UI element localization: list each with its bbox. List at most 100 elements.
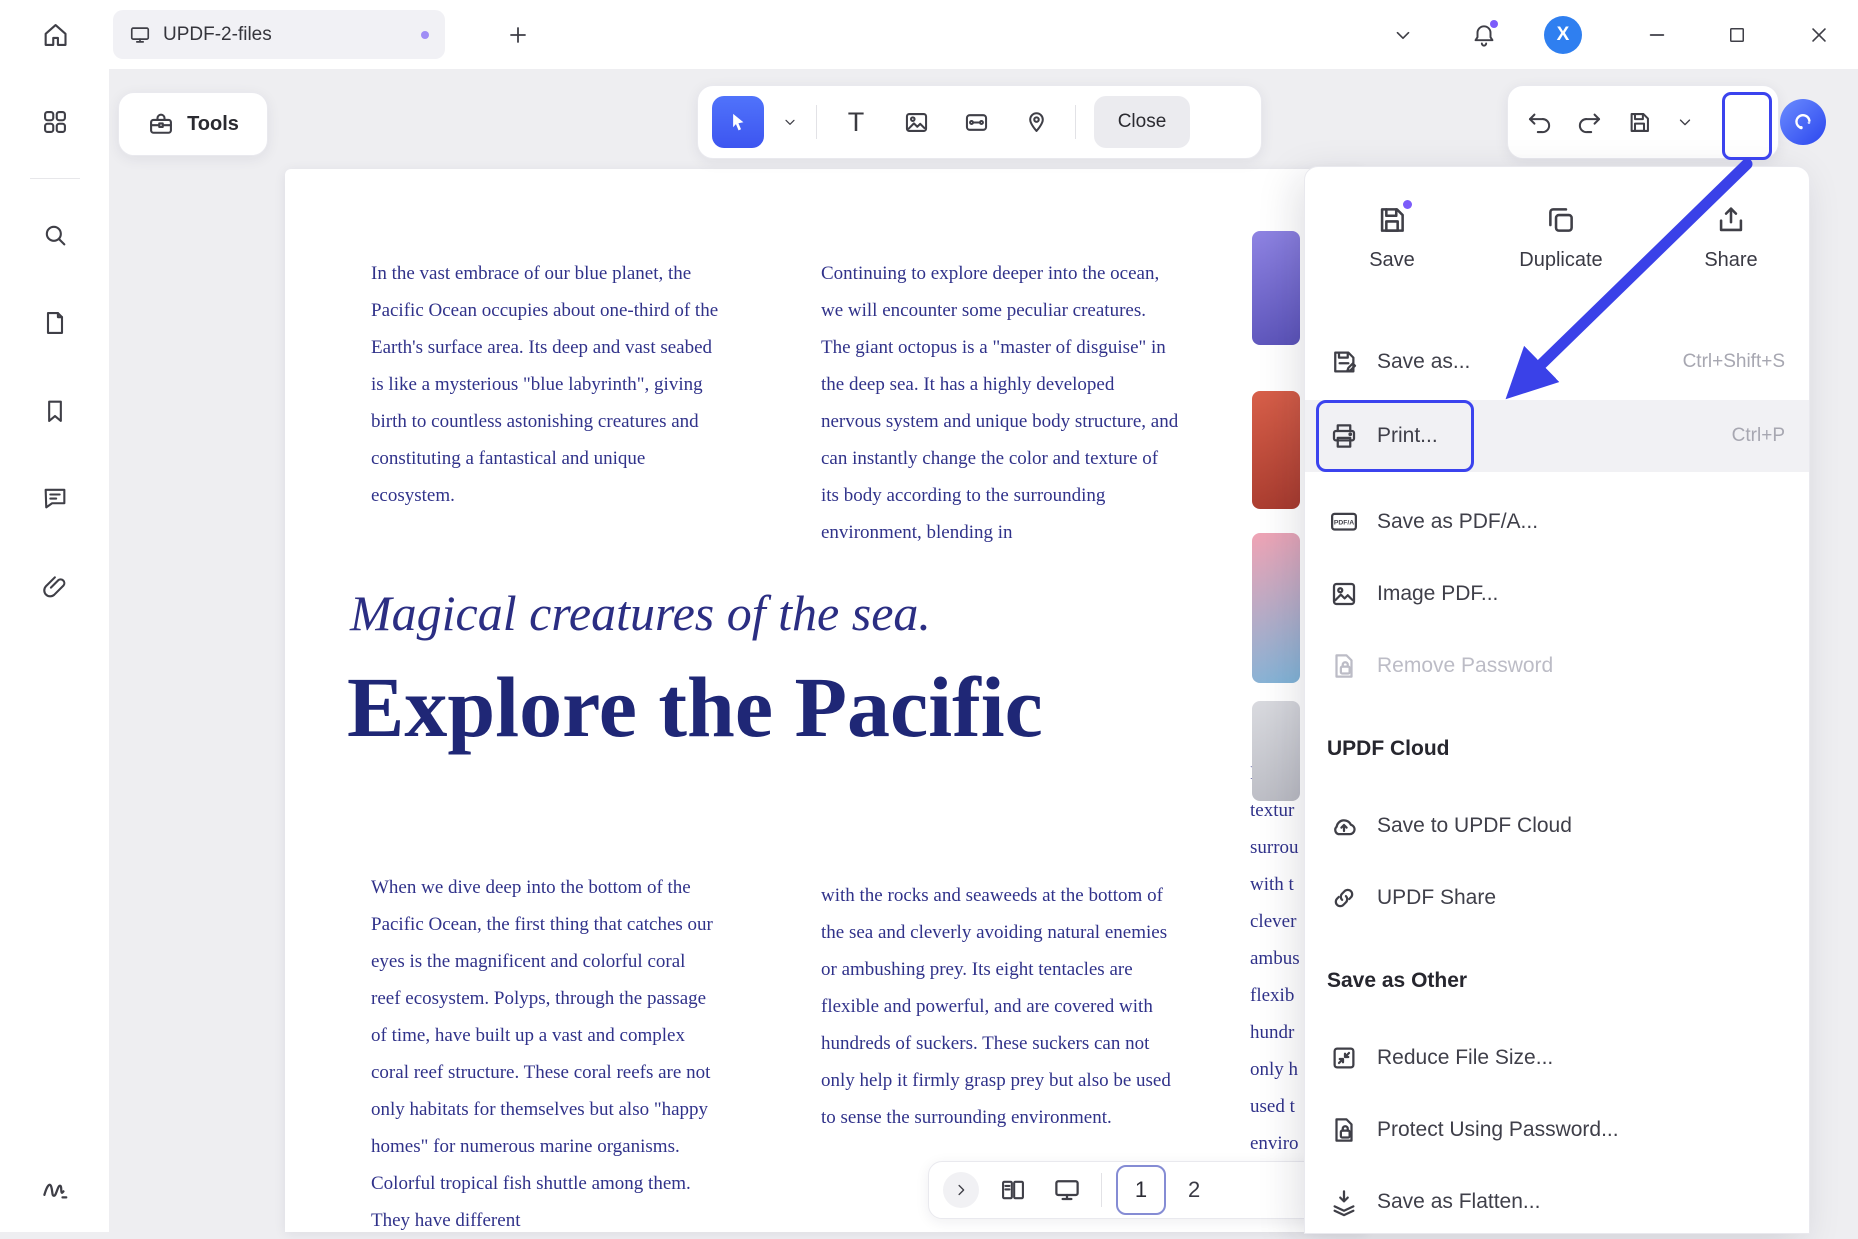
image-pdf-label: Image PDF...	[1377, 582, 1498, 606]
menu-item-save-as-pdfa[interactable]: PDF/A Save as PDF/A...	[1305, 486, 1809, 558]
notification-dot	[1490, 20, 1498, 28]
menu-share-action[interactable]: Share	[1676, 203, 1786, 272]
tab-unsaved-dot	[421, 31, 429, 39]
share-action-label: Share	[1704, 249, 1757, 272]
undo-button[interactable]	[1518, 101, 1560, 143]
signature-button[interactable]	[37, 1170, 73, 1206]
menu-duplicate-action[interactable]: Duplicate	[1506, 203, 1616, 272]
select-tool-chevron-icon[interactable]	[782, 114, 798, 130]
page-2-button[interactable]: 2	[1180, 1177, 1208, 1203]
svg-text:PDF/A: PDF/A	[1334, 519, 1354, 526]
redo-button[interactable]	[1568, 101, 1610, 143]
attachments-button[interactable]	[37, 569, 73, 605]
save-as-label: Save as...	[1377, 350, 1470, 374]
toolbar-divider	[816, 105, 817, 139]
link-card-tool-button[interactable]	[955, 101, 997, 143]
close-window-button[interactable]	[1801, 17, 1837, 53]
save-menu-chevron-button[interactable]	[1668, 101, 1702, 143]
minimize-button[interactable]	[1639, 17, 1675, 53]
cloud-upload-icon	[1329, 811, 1359, 841]
apps-grid-button[interactable]	[37, 104, 73, 140]
tab-label: UPDF-2-files	[163, 24, 272, 46]
comment-icon	[41, 484, 69, 512]
new-tab-button[interactable]	[500, 17, 536, 53]
file-toolbar	[1507, 85, 1779, 159]
chevron-down-icon	[1392, 24, 1414, 46]
book-open-icon	[999, 1176, 1027, 1204]
signature-icon	[40, 1173, 70, 1203]
print-label: Print...	[1377, 424, 1438, 448]
compress-icon	[1329, 1043, 1359, 1073]
protect-lock-icon	[1329, 1115, 1359, 1145]
monitor-icon	[129, 24, 151, 46]
undo-icon	[1526, 109, 1553, 136]
ai-assistant-button[interactable]	[1780, 99, 1826, 145]
protect-password-label: Protect Using Password...	[1377, 1118, 1619, 1142]
thumbnails-button[interactable]	[37, 305, 73, 341]
home-button[interactable]	[37, 17, 73, 53]
paragraph-1: In the vast embrace of our blue planet, …	[371, 255, 719, 514]
updf-share-label: UPDF Share	[1377, 886, 1496, 910]
avatar-initial: X	[1557, 24, 1570, 46]
anemone-image	[1252, 231, 1300, 345]
reduce-file-size-label: Reduce File Size...	[1377, 1046, 1553, 1070]
section-updf-cloud: UPDF Cloud	[1327, 737, 1449, 761]
menu-item-save-to-cloud[interactable]: Save to UPDF Cloud	[1305, 790, 1809, 862]
save-action-label: Save	[1369, 249, 1415, 272]
menu-item-print[interactable]: Print... Ctrl+P	[1305, 400, 1809, 472]
edit-toolbar: T Close	[697, 85, 1262, 159]
map-pin-icon	[1023, 109, 1050, 136]
menu-item-save-as-flatten[interactable]: Save as Flatten...	[1305, 1166, 1809, 1238]
save-to-cloud-label: Save to UPDF Cloud	[1377, 814, 1572, 838]
text-tool-button[interactable]: T	[835, 101, 877, 143]
image-icon	[903, 109, 930, 136]
sidebar-divider	[30, 178, 80, 179]
lock-file-icon	[1329, 651, 1359, 681]
chevron-right-icon	[952, 1181, 970, 1199]
maximize-button[interactable]	[1719, 17, 1755, 53]
page-navigation-bar: 1 2	[928, 1161, 1368, 1219]
notifications-button[interactable]	[1466, 17, 1502, 53]
page-1-button[interactable]: 1	[1116, 1165, 1166, 1215]
pagebar-divider	[1101, 1173, 1102, 1207]
document-tab[interactable]: UPDF-2-files	[113, 10, 445, 59]
pdfa-icon: PDF/A	[1329, 507, 1359, 537]
paragraph-4: with the rocks and seaweeds at the botto…	[821, 877, 1179, 1136]
image-tool-button[interactable]	[895, 101, 937, 143]
home-icon	[41, 21, 69, 49]
pdf-page[interactable]: In the vast embrace of our blue planet, …	[285, 169, 1365, 1232]
expand-pagebar-button[interactable]	[943, 1172, 979, 1208]
select-tool-button[interactable]	[712, 96, 764, 148]
menu-item-protect-password[interactable]: Protect Using Password...	[1305, 1094, 1809, 1166]
pin-tool-button[interactable]	[1015, 101, 1057, 143]
account-button[interactable]: X	[1544, 16, 1582, 54]
menu-save-action[interactable]: Save	[1337, 203, 1447, 272]
menu-item-reduce-file-size[interactable]: Reduce File Size...	[1305, 1022, 1809, 1094]
menu-item-save-as[interactable]: Save as... Ctrl+Shift+S	[1305, 326, 1809, 398]
close-label: Close	[1118, 111, 1167, 133]
tools-button[interactable]: Tools	[118, 92, 268, 156]
redo-icon	[1576, 109, 1603, 136]
left-sidebar	[0, 0, 109, 1232]
save-button[interactable]	[1618, 101, 1660, 143]
section-save-as-other: Save as Other	[1327, 969, 1467, 993]
search-button[interactable]	[37, 217, 73, 253]
unsaved-dot	[1403, 200, 1412, 209]
two-page-view-button[interactable]	[993, 1170, 1033, 1210]
menu-item-image-pdf[interactable]: Image PDF...	[1305, 558, 1809, 630]
red-coral-image	[1252, 391, 1300, 509]
tabs-list-button[interactable]	[1385, 17, 1421, 53]
pink-coral-image	[1252, 533, 1300, 683]
presentation-icon	[1052, 1175, 1082, 1205]
save-dropdown-menu: Save Duplicate Share Save as... Ctrl+Shi…	[1304, 166, 1810, 1234]
duplicate-icon	[1544, 203, 1578, 237]
close-edit-button[interactable]: Close	[1094, 96, 1190, 148]
bookmarks-button[interactable]	[37, 393, 73, 429]
maximize-icon	[1727, 25, 1747, 45]
minimize-icon	[1646, 24, 1668, 46]
comments-button[interactable]	[37, 480, 73, 516]
plus-icon	[506, 23, 530, 47]
presentation-mode-button[interactable]	[1047, 1170, 1087, 1210]
page-1-label: 1	[1135, 1177, 1147, 1203]
menu-item-updf-share[interactable]: UPDF Share	[1305, 862, 1809, 934]
